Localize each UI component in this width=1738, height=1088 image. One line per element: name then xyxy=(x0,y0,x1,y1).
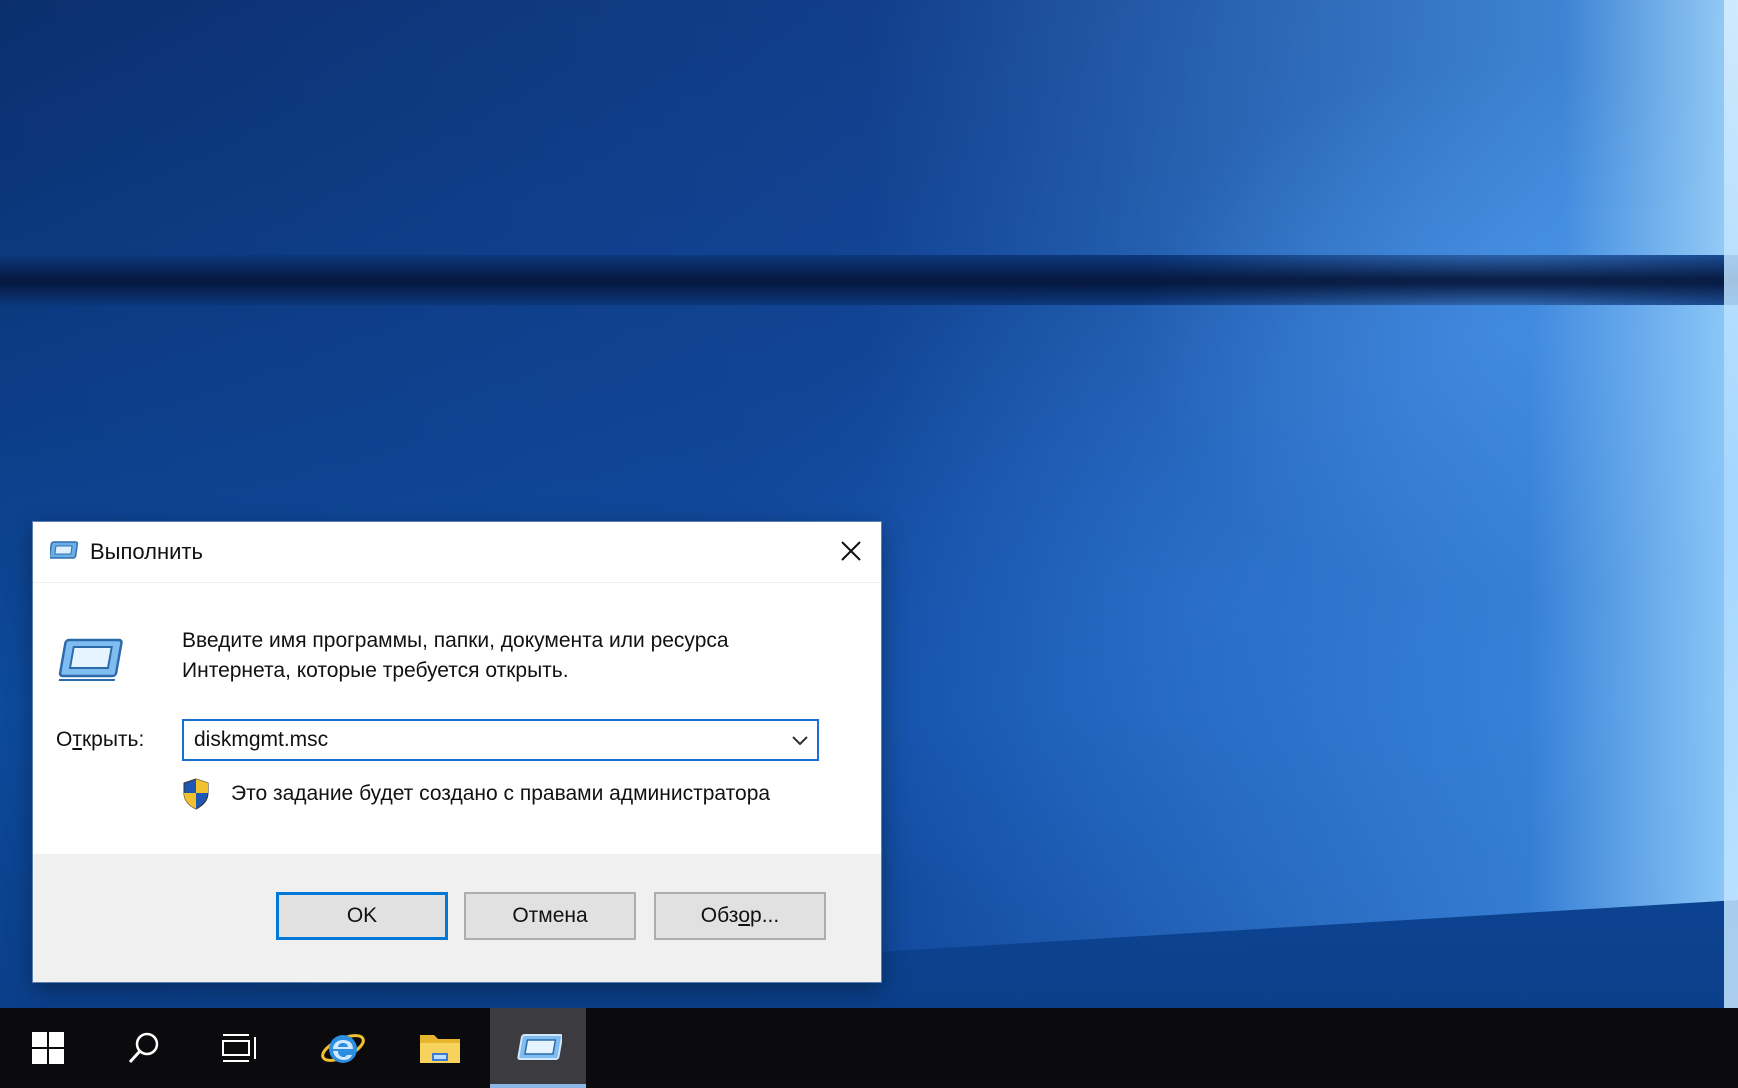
instruction-text: Введите имя программы, папки, документа … xyxy=(182,626,862,686)
taskbar-run-active[interactable] xyxy=(490,1008,586,1088)
internet-explorer-icon xyxy=(321,1034,365,1063)
ok-button[interactable]: OK xyxy=(276,892,448,940)
taskbar-search-button[interactable] xyxy=(96,1008,192,1088)
task-view-icon xyxy=(222,1034,256,1062)
taskbar-file-explorer[interactable] xyxy=(392,1008,488,1088)
uac-shield-icon xyxy=(183,778,209,810)
wallpaper-dark-band xyxy=(0,255,1738,307)
folder-icon xyxy=(420,1035,460,1063)
open-label-accelerator: т xyxy=(72,728,82,751)
windows-logo-icon xyxy=(32,1032,64,1064)
dialog-titlebar[interactable]: Выполнить xyxy=(33,522,881,583)
instruction-line-2: Интернета, которые требуется открыть. xyxy=(182,659,569,682)
open-combobox[interactable] xyxy=(182,719,819,761)
open-label-prefix: О xyxy=(56,728,73,751)
run-icon xyxy=(58,638,123,681)
open-input[interactable] xyxy=(194,721,754,759)
browse-button[interactable]: Обз о р... xyxy=(654,892,826,940)
browse-label-prefix: Обз xyxy=(700,904,739,927)
run-dialog: Выполнить Введите имя программы, папки, … xyxy=(33,522,881,982)
open-label: Открыть: xyxy=(56,728,144,752)
cancel-button[interactable]: Отмена xyxy=(464,892,636,940)
run-icon xyxy=(50,541,79,559)
taskbar-internet-explorer[interactable] xyxy=(295,1008,391,1088)
chevron-down-icon xyxy=(792,736,808,746)
close-icon xyxy=(841,541,861,561)
run-icon xyxy=(517,1034,562,1060)
browse-label-accelerator: о xyxy=(738,904,751,927)
instruction-line-1: Введите имя программы, папки, документа … xyxy=(182,629,729,652)
browse-label-rest: р... xyxy=(750,904,780,927)
dialog-footer: OK Отмена Обз о р... xyxy=(33,854,881,982)
dialog-title: Выполнить xyxy=(90,539,203,564)
taskbar-task-view-button[interactable] xyxy=(192,1008,288,1088)
taskbar-start-button[interactable] xyxy=(0,1008,96,1088)
dialog-content: Введите имя программы, папки, документа … xyxy=(33,582,881,832)
open-dropdown-button[interactable] xyxy=(783,721,817,759)
open-label-rest: крыть: xyxy=(81,728,145,751)
admin-note: Это задание будет создано с правами адми… xyxy=(231,782,771,805)
taskbar xyxy=(0,1008,1738,1088)
search-icon xyxy=(128,1032,159,1064)
close-button[interactable] xyxy=(821,522,881,580)
wallpaper-edge-light xyxy=(1724,0,1738,1008)
wallpaper-light-pane-top xyxy=(0,0,1738,255)
